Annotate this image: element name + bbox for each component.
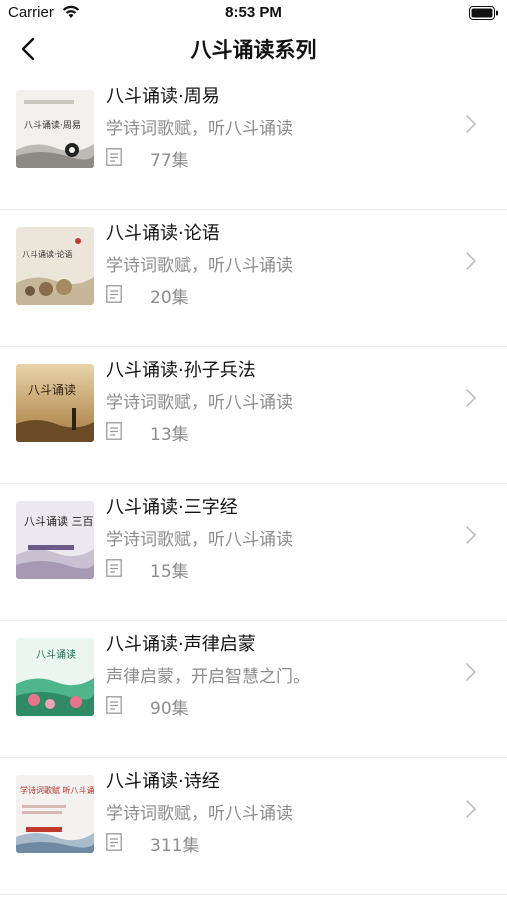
item-subtitle: 学诗词歌赋，听八斗诵读 <box>106 393 293 413</box>
item-subtitle: 学诗词歌赋，听八斗诵读 <box>106 119 293 139</box>
cover-text: 八斗诵读 <box>36 648 76 661</box>
item-subtitle: 学诗词歌赋，听八斗诵读 <box>106 804 293 824</box>
episode-count: 77集 <box>150 151 189 171</box>
list-item[interactable]: 学诗词歌赋 听八斗诵读 八斗诵读·诗经 学诗词歌赋，听八斗诵读 311集 <box>0 757 507 895</box>
cover-text: 八斗诵读·论语 <box>22 249 73 259</box>
navigation-bar: 八斗诵读系列 <box>0 28 507 72</box>
episode-count: 13集 <box>150 425 189 445</box>
item-title: 八斗诵读·诗经 <box>106 771 220 792</box>
episode-count: 90集 <box>150 699 189 719</box>
cover-text: 八斗诵读·周易 <box>24 119 81 131</box>
cover-image: 八斗诵读 <box>16 638 94 716</box>
item-title: 八斗诵读·孙子兵法 <box>106 360 256 381</box>
item-title: 八斗诵读·三字经 <box>106 497 238 518</box>
chevron-right-icon <box>466 800 476 818</box>
chevron-right-icon <box>466 526 476 544</box>
battery-icon <box>469 6 498 20</box>
chevron-right-icon <box>466 389 476 407</box>
cover-image: 八斗诵读 三百千弟 <box>16 501 94 579</box>
page-title: 八斗诵读系列 <box>190 38 317 62</box>
item-title: 八斗诵读·周易 <box>106 86 220 107</box>
chevron-right-icon <box>466 115 476 133</box>
list-item[interactable]: 八斗诵读·论语 八斗诵读·论语 学诗词歌赋，听八斗诵读 20集 <box>0 209 507 347</box>
cover-image: 八斗诵读·论语 <box>16 227 94 305</box>
episode-list-icon <box>106 285 122 303</box>
item-subtitle: 学诗词歌赋，听八斗诵读 <box>106 256 293 276</box>
cover-image: 八斗诵读·周易 <box>16 90 94 168</box>
cover-text: 八斗诵读 <box>28 383 76 397</box>
cover-image: 学诗词歌赋 听八斗诵读 <box>16 775 94 853</box>
item-subtitle: 学诗词歌赋，听八斗诵读 <box>106 530 293 550</box>
list-item[interactable]: 八斗诵读 三百千弟 八斗诵读·三字经 学诗词歌赋，听八斗诵读 15集 <box>0 483 507 621</box>
cover-image: 八斗诵读 <box>16 364 94 442</box>
episode-count: 20集 <box>150 288 189 308</box>
cover-text: 八斗诵读 三百千弟 <box>24 514 94 528</box>
episode-list-icon <box>106 422 122 440</box>
episode-list-icon <box>106 833 122 851</box>
episode-list-icon <box>106 696 122 714</box>
chevron-right-icon <box>466 663 476 681</box>
item-title: 八斗诵读·声律启蒙 <box>106 634 256 655</box>
episode-list-icon <box>106 559 122 577</box>
item-subtitle: 声律启蒙，开启智慧之门。 <box>106 667 310 687</box>
cover-text: 学诗词歌赋 听八斗诵读 <box>20 785 94 795</box>
episode-list-icon <box>106 148 122 166</box>
episode-count: 15集 <box>150 562 189 582</box>
status-time: 8:53 PM <box>225 4 282 21</box>
list-item[interactable]: 八斗诵读 八斗诵读·孙子兵法 学诗词歌赋，听八斗诵读 13集 <box>0 346 507 484</box>
item-title: 八斗诵读·论语 <box>106 223 220 244</box>
chevron-right-icon <box>466 252 476 270</box>
list-item[interactable]: 八斗诵读·周易 八斗诵读·周易 学诗词歌赋，听八斗诵读 77集 <box>0 72 507 210</box>
list-item[interactable]: 八斗诵读 八斗诵读·声律启蒙 声律启蒙，开启智慧之门。 90集 <box>0 620 507 758</box>
episode-count: 311集 <box>150 836 200 856</box>
status-bar: Carrier 8:53 PM <box>0 0 507 28</box>
